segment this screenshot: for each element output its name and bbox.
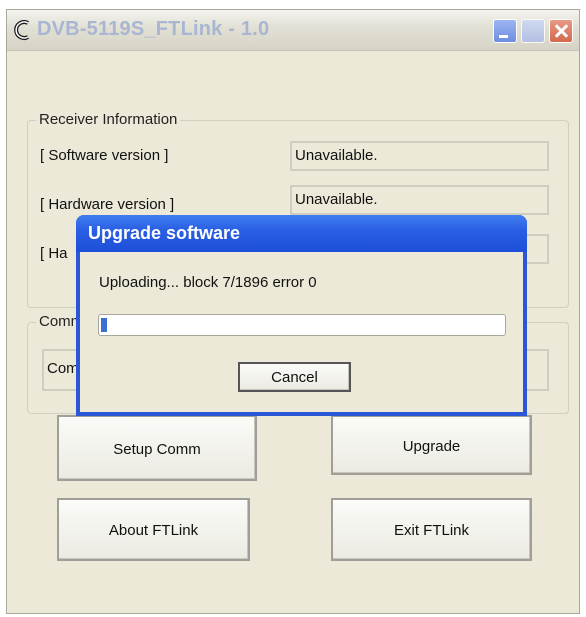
- cancel-button[interactable]: Cancel: [238, 362, 351, 392]
- setup-comm-button[interactable]: Setup Comm: [57, 415, 257, 481]
- software-version-field: Unavailable.: [290, 141, 549, 171]
- about-button[interactable]: About FTLink: [57, 498, 250, 561]
- dialog-title: Upgrade software: [88, 223, 241, 243]
- hardware-version-label: [ Hardware version ]: [40, 196, 175, 213]
- upload-status-text: Uploading... block 7/1896 error 0: [99, 274, 317, 291]
- receiver-info-label: Receiver Information: [36, 111, 181, 128]
- main-title-bar[interactable]: DVB-5119S_FTLink - 1.0: [7, 10, 579, 51]
- dialog-title-bar[interactable]: Upgrade software: [76, 215, 527, 252]
- window-title: DVB-5119S_FTLink - 1.0: [37, 18, 270, 40]
- minimize-button[interactable]: [493, 19, 517, 43]
- progress-fill: [101, 318, 107, 332]
- dialog-body: Uploading... block 7/1896 error 0 Cancel: [80, 252, 523, 412]
- software-version-label: [ Software version ]: [40, 147, 169, 164]
- close-button[interactable]: [549, 19, 573, 43]
- upgrade-button[interactable]: Upgrade: [331, 415, 532, 475]
- upgrade-dialog: Upgrade software Uploading... block 7/18…: [76, 215, 527, 416]
- maximize-button[interactable]: [521, 19, 545, 43]
- app-icon: [14, 20, 29, 40]
- hardware-info-label: [ Ha: [40, 245, 68, 262]
- upload-progress-bar: [98, 314, 506, 336]
- hardware-version-field: Unavailable.: [290, 185, 549, 215]
- exit-button[interactable]: Exit FTLink: [331, 498, 532, 561]
